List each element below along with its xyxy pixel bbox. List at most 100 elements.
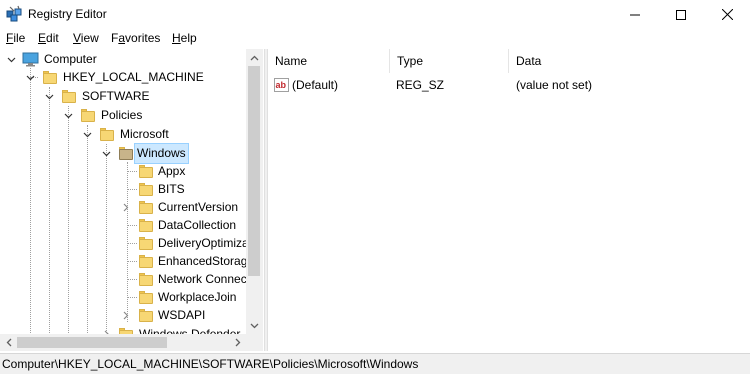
title-bar: Registry Editor xyxy=(0,0,750,29)
tree-label: DeliveryOptimiza xyxy=(158,236,249,250)
tree-node-windows-selected[interactable]: Windows xyxy=(0,143,246,164)
tree-node-workplacejoin[interactable]: WorkplaceJoin xyxy=(0,288,246,307)
values-list[interactable]: Name Type Data ab (Default) REG_SZ (valu… xyxy=(268,49,750,351)
tree-node-deliveryoptimization[interactable]: DeliveryOptimiza xyxy=(0,234,249,253)
tree-label: CurrentVersion xyxy=(158,200,239,214)
tree-label: Windows xyxy=(134,143,189,164)
tree-line xyxy=(127,171,137,173)
value-type: REG_SZ xyxy=(396,78,445,92)
value-data: (value not set) xyxy=(516,78,593,92)
svg-text:ab: ab xyxy=(276,80,287,90)
value-name: (Default) xyxy=(292,78,339,92)
tree-node-windows-defender[interactable]: Windows Defender xyxy=(0,325,246,334)
tree-label: SOFTWARE xyxy=(82,89,150,103)
minimize-button[interactable] xyxy=(612,0,658,29)
tree-label: Windows Defender xyxy=(139,327,241,334)
tree-label: WSDAPI xyxy=(158,308,206,322)
chevron-down-icon xyxy=(250,323,259,328)
chevron-right-icon xyxy=(235,338,240,347)
scrollbar-thumb[interactable] xyxy=(17,337,167,348)
chevron-up-icon xyxy=(250,55,259,60)
tree-node-datacollection[interactable]: DataCollection xyxy=(0,216,246,235)
tree-node-network-connections[interactable]: Network Connec xyxy=(0,270,247,289)
tree-label: HKEY_LOCAL_MACHINE xyxy=(63,70,204,84)
folder-icon xyxy=(139,273,153,286)
tree-line xyxy=(127,225,137,227)
tree-label: Computer xyxy=(44,52,97,66)
menu-help[interactable]: Help xyxy=(172,31,197,45)
tree-label: Policies xyxy=(101,108,143,122)
close-icon xyxy=(721,9,733,20)
tree-node-wsdapi[interactable]: WSDAPI xyxy=(0,306,246,325)
maximize-button[interactable] xyxy=(658,0,704,29)
tree-node-bits[interactable]: BITS xyxy=(0,180,246,199)
chevron-right-icon[interactable] xyxy=(121,203,130,212)
folder-icon xyxy=(139,183,153,196)
tree-label: BITS xyxy=(158,182,185,196)
tree-line xyxy=(127,243,137,245)
tree-label: EnhancedStorag xyxy=(158,254,248,268)
tree-node-software[interactable]: SOFTWARE xyxy=(0,87,246,106)
open-folder-icon xyxy=(119,147,133,160)
tree-label: WorkplaceJoin xyxy=(158,290,237,304)
folder-icon xyxy=(139,291,153,304)
column-header-data[interactable]: Data xyxy=(509,49,750,73)
folder-icon xyxy=(100,128,114,141)
tree-node-policies[interactable]: Policies xyxy=(0,106,246,125)
menu-view[interactable]: View xyxy=(73,31,99,45)
scrollbar-thumb[interactable] xyxy=(248,66,260,276)
chevron-left-icon xyxy=(6,338,11,347)
tree-node-enhancedstorage[interactable]: EnhancedStorag xyxy=(0,252,248,271)
string-value-icon: ab xyxy=(274,78,289,92)
menu-file[interactable]: File xyxy=(6,31,25,45)
chevron-down-icon[interactable] xyxy=(64,111,73,120)
column-header-type[interactable]: Type xyxy=(390,49,509,73)
folder-icon xyxy=(139,201,153,214)
tree-node-currentversion[interactable]: CurrentVersion xyxy=(0,198,246,217)
computer-icon xyxy=(22,52,39,67)
registry-editor-app-icon xyxy=(6,5,24,23)
folder-icon xyxy=(139,255,153,268)
tree-label: DataCollection xyxy=(158,218,237,232)
tree-label: Appx xyxy=(158,164,186,178)
maximize-icon xyxy=(676,9,686,20)
folder-icon xyxy=(81,109,95,122)
chevron-down-icon[interactable] xyxy=(45,92,54,101)
value-row[interactable]: ab (Default) REG_SZ (value not set) xyxy=(268,75,750,95)
registry-tree[interactable]: Computer HKEY_LOCAL_MACHINE SOFTWARE Pol… xyxy=(0,49,264,351)
scroll-down-button[interactable] xyxy=(246,317,263,334)
tree-line xyxy=(127,279,137,281)
chevron-down-icon[interactable] xyxy=(102,149,111,158)
status-bar: Computer\HKEY_LOCAL_MACHINE\SOFTWARE\Pol… xyxy=(0,353,750,374)
tree-label: Microsoft xyxy=(120,127,169,141)
menu-bar: File Edit View Favorites Help xyxy=(0,29,750,48)
minimize-icon xyxy=(630,14,640,15)
tree-node-computer[interactable]: Computer xyxy=(0,50,246,69)
chevron-down-icon[interactable] xyxy=(83,130,92,139)
menu-favorites[interactable]: Favorites xyxy=(111,31,160,45)
close-button[interactable] xyxy=(704,0,750,29)
folder-icon xyxy=(139,219,153,232)
window-title: Registry Editor xyxy=(28,7,107,21)
folder-icon xyxy=(43,71,57,84)
tree-node-hklm[interactable]: HKEY_LOCAL_MACHINE xyxy=(0,68,246,87)
tree-node-microsoft[interactable]: Microsoft xyxy=(0,125,246,144)
tree-vertical-scrollbar[interactable] xyxy=(246,49,263,334)
tree-line xyxy=(127,297,137,299)
column-header-name[interactable]: Name xyxy=(268,49,390,73)
chevron-down-icon[interactable] xyxy=(7,55,16,64)
folder-icon xyxy=(139,165,153,178)
folder-icon xyxy=(139,237,153,250)
scroll-right-button[interactable] xyxy=(229,334,246,351)
menu-edit[interactable]: Edit xyxy=(38,31,59,45)
tree-node-appx[interactable]: Appx xyxy=(0,162,246,181)
scroll-up-button[interactable] xyxy=(246,49,263,66)
scrollbar-corner xyxy=(246,334,263,351)
tree-line xyxy=(127,189,137,191)
scroll-left-button[interactable] xyxy=(0,334,17,351)
folder-icon xyxy=(139,309,153,322)
chevron-right-icon[interactable] xyxy=(121,311,130,320)
tree-horizontal-scrollbar[interactable] xyxy=(0,334,246,351)
chevron-down-icon[interactable] xyxy=(26,73,35,82)
current-key-path: Computer\HKEY_LOCAL_MACHINE\SOFTWARE\Pol… xyxy=(2,357,419,371)
